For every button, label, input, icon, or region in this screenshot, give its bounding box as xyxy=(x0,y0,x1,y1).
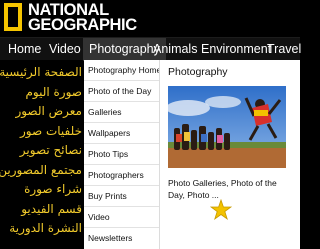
arabic-link-wallpapers[interactable]: خلفيات صور xyxy=(0,122,84,142)
menu-item-galleries[interactable]: Galleries xyxy=(84,102,159,123)
nav-item-video[interactable]: Video xyxy=(49,38,81,61)
logo-line-2: GEOGRAPHIC xyxy=(28,16,137,34)
arabic-link-photo-tips[interactable]: نصائح تصوير xyxy=(0,141,84,161)
arabic-link-galleries[interactable]: معرض الصور xyxy=(0,102,84,122)
main-nav: Home Video Photography Animals Environme… xyxy=(0,37,301,61)
menu-item-photo-of-the-day[interactable]: Photo of the Day xyxy=(84,81,159,102)
menu-item-photographers[interactable]: Photographers xyxy=(84,165,159,186)
menu-item-buy-prints[interactable]: Buy Prints xyxy=(84,186,159,207)
feature-photo[interactable] xyxy=(168,86,286,168)
yellow-border-logo-icon xyxy=(4,3,22,31)
feature-title[interactable]: Photography xyxy=(168,66,298,78)
site-header: NATIONAL GEOGRAPHIC xyxy=(0,0,300,37)
arabic-link-home[interactable]: الصفحة الرئيسية xyxy=(0,63,84,83)
national-geographic-logo[interactable]: NATIONAL GEOGRAPHIC xyxy=(4,2,137,34)
menu-item-wallpapers[interactable]: Wallpapers xyxy=(84,123,159,144)
feature-panel: Photography Photo Galleries, Photo of th… xyxy=(168,66,298,201)
feature-caption[interactable]: Photo Galleries, Photo of the Day, Photo… xyxy=(168,177,288,201)
arabic-link-newsletters[interactable]: النشرة الدورية xyxy=(0,219,84,239)
nav-item-animals[interactable]: Animals xyxy=(153,38,197,61)
arabic-link-buy-prints[interactable]: شراء صورة xyxy=(0,180,84,200)
arabic-link-photo-of-day[interactable]: صورة اليوم xyxy=(0,83,84,103)
star-icon xyxy=(210,199,232,221)
menu-item-photography-home[interactable]: Photography Home xyxy=(84,60,159,81)
nav-item-travel[interactable]: Travel xyxy=(267,38,301,61)
menu-item-photo-tips[interactable]: Photo Tips xyxy=(84,144,159,165)
logo-wordmark: NATIONAL GEOGRAPHIC xyxy=(28,2,137,34)
feature-photo-illustration xyxy=(168,86,286,168)
arabic-link-photographers[interactable]: مجتمع المصورين xyxy=(0,161,84,181)
nav-item-home[interactable]: Home xyxy=(8,38,41,61)
dropdown-menu: Photography Home Photo of the Day Galler… xyxy=(84,60,160,249)
photography-dropdown: Photography Home Photo of the Day Galler… xyxy=(84,60,300,249)
arabic-link-list: الصفحة الرئيسية صورة اليوم معرض الصور خل… xyxy=(0,63,84,239)
menu-item-newsletters[interactable]: Newsletters xyxy=(84,228,159,249)
menu-item-video[interactable]: Video xyxy=(84,207,159,228)
nav-item-environment[interactable]: Environment xyxy=(201,38,271,61)
arabic-link-video[interactable]: قسم الفيديو xyxy=(0,200,84,220)
